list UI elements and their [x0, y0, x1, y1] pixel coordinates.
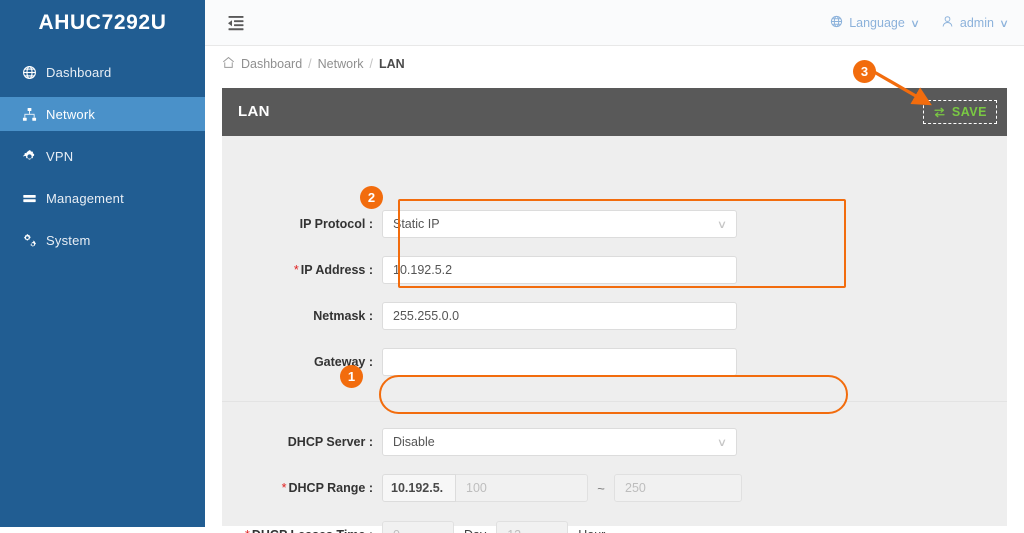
chevron-down-icon: ∨: [717, 218, 727, 231]
dhcp-server-select[interactable]: Disable ∨: [382, 428, 737, 456]
ip-address-label-text: IP Address :: [301, 263, 373, 277]
ip-address-value: 10.192.5.2: [393, 263, 452, 277]
field-row-ip-address: *IP Address : 10.192.5.2: [222, 256, 737, 284]
dhcp-leases-time-label: *DHCP Leases Time :: [222, 528, 382, 533]
app-root: AHUC7292U Dashboard: [0, 0, 1024, 533]
save-button[interactable]: SAVE: [923, 100, 997, 124]
breadcrumb-separator: /: [369, 57, 372, 71]
netmask-value: 255.255.0.0: [393, 309, 459, 323]
dhcp-leases-hour-input[interactable]: 12: [496, 521, 568, 533]
ip-protocol-label: IP Protocol :: [222, 217, 382, 231]
sidebar-item-label: Dashboard: [44, 65, 111, 80]
sidebar-item-management[interactable]: Management: [0, 181, 205, 215]
home-icon[interactable]: [222, 56, 235, 72]
sidebar-item-dashboard[interactable]: Dashboard: [0, 55, 205, 89]
server-icon: [22, 191, 44, 206]
dhcp-range-start-placeholder: 100: [466, 481, 487, 495]
annotation-badge-1: 1: [340, 365, 363, 388]
dhcp-leases-day-placeholder: 0: [393, 528, 400, 533]
required-marker: *: [294, 263, 299, 277]
dhcp-server-label: DHCP Server :: [222, 435, 382, 449]
lan-panel: LAN SAVE IP Protocol : St: [222, 88, 1007, 526]
breadcrumb-separator: /: [308, 57, 311, 71]
breadcrumb: Dashboard / Network / LAN: [222, 55, 405, 73]
field-row-dhcp-server: DHCP Server : Disable ∨: [222, 428, 737, 456]
menu-fold-icon[interactable]: [225, 12, 247, 34]
dhcp-range-start-input[interactable]: 100: [456, 474, 588, 502]
breadcrumb-item-lan: LAN: [379, 57, 405, 71]
field-row-dhcp-leases-time: *DHCP Leases Time : 0 Day 12 Hour: [222, 521, 615, 533]
swap-arrows-icon: [933, 106, 946, 119]
globe-icon: [22, 65, 44, 80]
field-row-ip-protocol: IP Protocol : Static IP ∨: [222, 210, 737, 238]
sidebar-item-vpn[interactable]: VPN: [0, 139, 205, 173]
dhcp-range-end-placeholder: 250: [625, 481, 646, 495]
brand-title: AHUC7292U: [0, 0, 205, 46]
netmask-label: Netmask :: [222, 309, 382, 323]
user-icon: [941, 15, 954, 31]
gears-icon: [22, 233, 44, 248]
dhcp-leases-hour-unit: Hour: [568, 528, 615, 533]
sidebar-item-network[interactable]: Network: [0, 97, 205, 131]
ip-address-label: *IP Address :: [222, 263, 382, 277]
sidebar-item-label: System: [44, 233, 91, 248]
breadcrumb-item-dashboard[interactable]: Dashboard: [241, 57, 302, 71]
top-bar: Language ∨ admin ∨: [205, 0, 1024, 46]
ip-protocol-select[interactable]: Static IP ∨: [382, 210, 737, 238]
save-label: SAVE: [952, 105, 987, 119]
required-marker: *: [245, 528, 250, 533]
sidebar-item-label: VPN: [44, 149, 73, 164]
sitemap-icon: [22, 107, 44, 122]
user-label: admin: [960, 16, 994, 30]
language-menu[interactable]: Language ∨: [830, 15, 919, 31]
language-label: Language: [849, 16, 905, 30]
dhcp-range-end-input[interactable]: 250: [614, 474, 742, 502]
dhcp-range-label-text: DHCP Range :: [288, 481, 373, 495]
breadcrumb-item-network[interactable]: Network: [318, 57, 364, 71]
ip-protocol-value: Static IP: [393, 217, 440, 231]
sidebar-item-label: Management: [44, 191, 124, 206]
dhcp-range-separator: ~: [588, 481, 614, 496]
dhcp-leases-hour-placeholder: 12: [507, 528, 521, 533]
dhcp-leases-day-input[interactable]: 0: [382, 521, 454, 533]
topbar-actions: Language ∨ admin ∨: [830, 0, 1008, 46]
sidebar-item-system[interactable]: System: [0, 223, 205, 257]
field-row-dhcp-range: *DHCP Range : 10.192.5. 100 ~ 250: [222, 474, 742, 502]
dhcp-server-value: Disable: [393, 435, 435, 449]
gateway-input[interactable]: [382, 348, 737, 376]
globe-icon: [830, 15, 843, 31]
panel-header: LAN SAVE: [222, 88, 1007, 136]
field-row-gateway: Gateway :: [222, 348, 737, 376]
annotation-badge-3: 3: [853, 60, 876, 83]
dhcp-leases-day-unit: Day: [454, 528, 496, 533]
section-divider: [222, 401, 1007, 402]
sidebar: AHUC7292U Dashboard: [0, 0, 205, 527]
annotation-badge-2: 2: [360, 186, 383, 209]
field-row-netmask: Netmask : 255.255.0.0: [222, 302, 737, 330]
dhcp-range-prefix: 10.192.5.: [382, 474, 456, 502]
ip-address-input[interactable]: 10.192.5.2: [382, 256, 737, 284]
sidebar-item-label: Network: [44, 107, 95, 122]
required-marker: *: [282, 481, 287, 495]
dhcp-leases-time-label-text: DHCP Leases Time :: [252, 528, 373, 533]
chevron-down-icon: ∨: [910, 17, 920, 30]
user-menu[interactable]: admin ∨: [941, 15, 1008, 31]
dhcp-range-label: *DHCP Range :: [222, 481, 382, 495]
chevron-down-icon: ∨: [717, 436, 727, 449]
page-title: LAN: [238, 88, 270, 136]
gear-icon: [22, 149, 44, 164]
chevron-down-icon: ∨: [999, 17, 1009, 30]
lan-form: IP Protocol : Static IP ∨ *IP Address : …: [222, 136, 1007, 526]
netmask-input[interactable]: 255.255.0.0: [382, 302, 737, 330]
